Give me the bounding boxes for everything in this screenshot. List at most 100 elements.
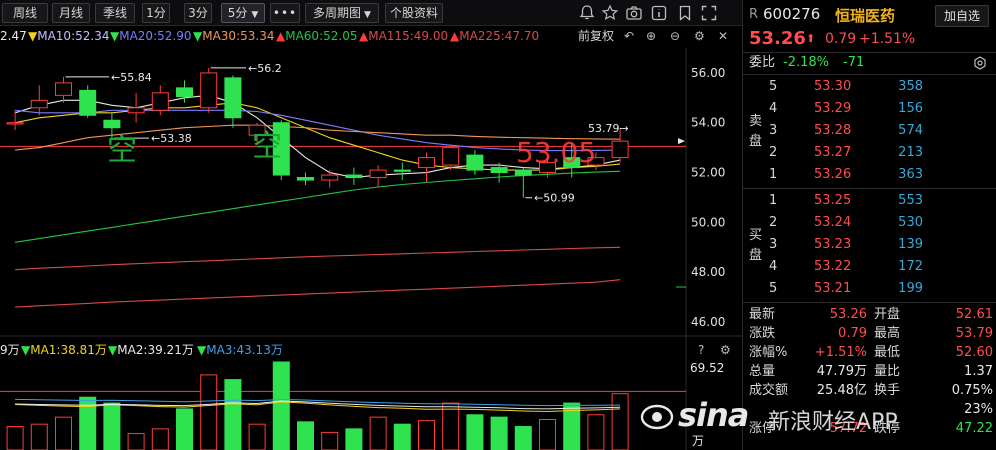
buy-level-row[interactable]: 4 53.22 172 (743, 256, 996, 278)
buy-level-volume: 139 (898, 237, 923, 252)
sell-level-price: 53.29 (814, 101, 852, 116)
quote-stat-row: 涨跌 0.79 最高 53.79 (743, 325, 996, 343)
volume-bar-up (369, 416, 387, 450)
sell-level-price: 53.27 (814, 145, 852, 160)
candle-up (151, 92, 169, 111)
volume-bar-down (297, 421, 314, 450)
annotation-recent-high: 53.79→ (588, 122, 629, 135)
stat-label: 最新 (749, 307, 776, 322)
volume-ma2-text: MA2:39.21万 (117, 343, 194, 357)
settings-icon[interactable] (973, 56, 987, 70)
buy-level-price: 53.25 (814, 193, 852, 208)
price-change: 0.79 (825, 31, 857, 47)
buy-level-row[interactable]: 3 53.23 139 (743, 234, 996, 256)
short-signal-mark: 空 (107, 133, 137, 168)
annotation-high-1: ←55.84 (111, 71, 152, 84)
sell-level-volume: 156 (898, 101, 923, 116)
volume-bar-up (539, 418, 556, 450)
quote-panel: R 600276 恒瑞医药 加自选 53.26 ⬆ 0.79 +1.51% 委比… (742, 0, 996, 450)
candle-up (418, 157, 435, 169)
short-signal-mark: 空 (252, 129, 282, 164)
candle-up (442, 147, 460, 166)
buy-level-volume: 553 (898, 193, 923, 208)
sell-level-volume: 213 (898, 145, 923, 160)
candle-up (30, 99, 48, 109)
stat-value: 1.37 (964, 364, 993, 379)
price-tick-label: 46.00 (691, 315, 725, 329)
volume-bar-up (321, 431, 339, 450)
buy-level-volume: 172 (898, 259, 923, 274)
candle-down (103, 119, 121, 129)
ma-line-ma60 (15, 170, 621, 243)
candle-up (369, 169, 387, 179)
candlestick-chart[interactable]: ←55.84 ←56.2 ←53.38 ←50.99 53.79→ 空 空 53.05 56.… (0, 0, 742, 450)
volume-axis-top: 69.52 (690, 361, 725, 375)
volume-bar-down (272, 361, 290, 450)
buy-level-index: 1 (769, 193, 778, 208)
buy-level-index: 3 (769, 237, 778, 252)
price-watermark: 53.05 (516, 136, 596, 169)
stat-value: 53.26 (829, 307, 867, 322)
divider (743, 302, 996, 303)
stock-header: R 600276 恒瑞医药 加自选 53.26 ⬆ 0.79 +1.51% (743, 0, 996, 52)
stat-label: 开盘 (874, 307, 901, 322)
stat-label: 涨跌 (749, 326, 776, 341)
volume-ma3-text: MA3:43.13万 (206, 343, 283, 357)
buy-level-index: 4 (769, 259, 778, 274)
sell-level-index: 5 (769, 79, 778, 94)
volume-bar-up (200, 374, 218, 450)
volume-bar-up (248, 423, 266, 450)
stat-value: 52.61 (955, 307, 993, 322)
stat-value: 0.79 (838, 326, 867, 341)
sell-level-volume: 574 (898, 123, 923, 138)
price-tick-label: 50.00 (691, 215, 725, 229)
buy-level-row[interactable]: 1 53.25 553 (743, 190, 996, 212)
volume-bar-down (345, 428, 363, 450)
volume-bar-up (442, 402, 460, 450)
volume-ma3: ▼MA3:43.13万 (197, 343, 283, 357)
buy-level-index: 2 (769, 215, 778, 230)
sell-level-index: 4 (769, 101, 778, 116)
candle-down (393, 169, 411, 172)
stock-code: 600276 (763, 5, 821, 23)
candle-down (466, 154, 484, 171)
buy-level-volume: 530 (898, 215, 923, 230)
annotation-low-2: ←50.99 (534, 192, 575, 205)
stat-label: 最高 (874, 326, 901, 341)
price-tick-label: 56.00 (691, 66, 725, 80)
sell-level-row[interactable]: 3 53.28 574 (743, 120, 996, 142)
candle-up (127, 107, 145, 114)
volume-bar-down (224, 379, 242, 450)
ma-line-ma225 (15, 279, 621, 308)
volume-ma1-text: MA1:38.81万 (30, 343, 107, 357)
stat-value: 52.60 (955, 345, 993, 360)
volume-ma-leading: 9万 (0, 343, 20, 357)
sell-level-price: 53.26 (814, 167, 852, 182)
volume-bar-up (30, 423, 48, 450)
order-ratio-pct: -2.18% (783, 55, 829, 70)
volume-bar-down (466, 414, 484, 450)
price-change-pct: +1.51% (859, 31, 916, 47)
sell-level-row[interactable]: 2 53.27 213 (743, 142, 996, 164)
sell-level-volume: 363 (898, 167, 923, 182)
price-tick-label: 54.00 (691, 116, 725, 130)
buy-level-index: 5 (769, 281, 778, 296)
divider (743, 74, 996, 75)
candle-up (611, 140, 629, 159)
stat-value: +1.51% (814, 345, 867, 360)
quote-stat-row: 总量 47.79万 量比 1.37 (743, 363, 996, 381)
sell-level-row[interactable]: 5 53.30 358 (743, 76, 996, 98)
sell-level-row[interactable]: 1 53.26 363 (743, 164, 996, 186)
buy-level-price: 53.23 (814, 237, 852, 252)
buy-level-row[interactable]: 2 53.24 530 (743, 212, 996, 234)
volume-help-icon[interactable]: ? (698, 341, 704, 359)
buy-level-row[interactable]: 5 53.21 199 (743, 278, 996, 300)
sell-level-index: 2 (769, 145, 778, 160)
order-ratio-label: 委比 (749, 55, 776, 70)
add-watchlist-button[interactable]: 加自选 (935, 5, 989, 27)
candle-down (514, 169, 532, 176)
sell-level-row[interactable]: 4 53.29 156 (743, 98, 996, 120)
candle-up (55, 82, 72, 96)
sina-brand: sina (678, 396, 749, 434)
volume-settings-icon[interactable]: ⚙ (720, 341, 731, 359)
